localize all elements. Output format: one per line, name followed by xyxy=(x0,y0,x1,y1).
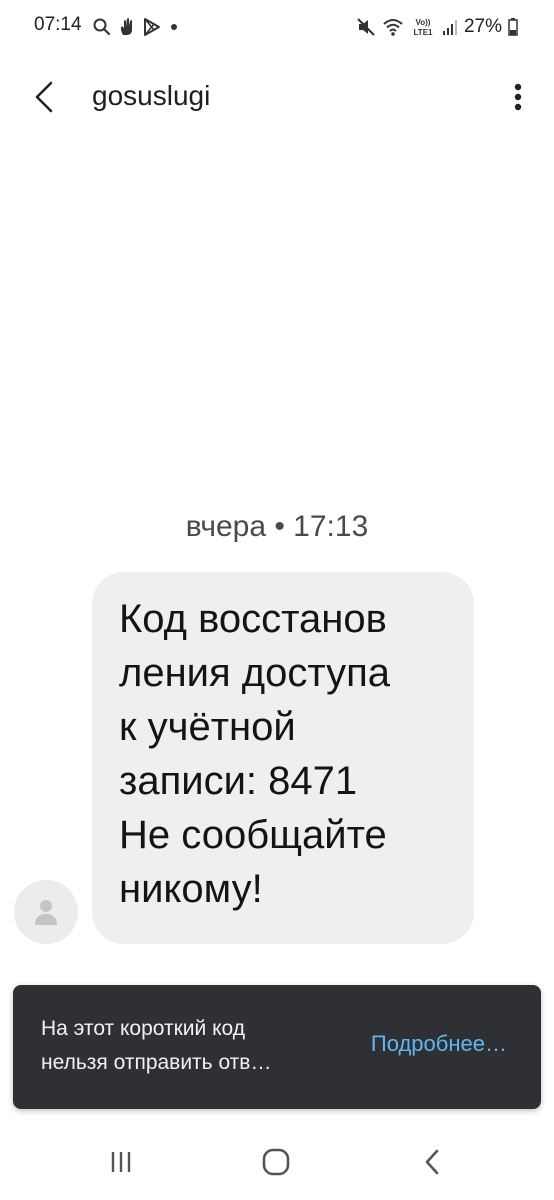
battery-icon xyxy=(508,17,518,37)
snackbar: На этот короткий код нельзя отправить от… xyxy=(13,985,541,1109)
more-options-button[interactable] xyxy=(502,74,534,120)
date-separator: вчера • 17:13 xyxy=(185,510,369,543)
person-icon xyxy=(34,898,58,926)
svg-text:LTE1: LTE1 xyxy=(413,28,433,37)
search-icon xyxy=(92,17,112,37)
snackbar-text: На этот короткий код нельзя отправить от… xyxy=(41,1017,272,1074)
battery-percent: 27% xyxy=(463,16,502,37)
message-bubble[interactable]: Код восстанов ления доступа к учётной за… xyxy=(92,572,474,944)
contact-name[interactable]: gosuslugi xyxy=(92,80,210,112)
volte-lte-icon: Vo)) LTE1 xyxy=(410,16,436,38)
chevron-left-icon xyxy=(33,80,55,114)
message-text: Код восстанов ления доступа к учётной за… xyxy=(119,597,391,911)
conversation-app-bar: gosuslugi xyxy=(0,60,554,132)
signal-icon xyxy=(442,17,458,37)
mute-icon xyxy=(356,17,376,37)
home-button[interactable] xyxy=(252,1142,300,1182)
more-vertical-icon xyxy=(513,82,523,112)
status-left-icons xyxy=(92,12,180,42)
notification-dot-icon xyxy=(168,17,180,37)
snackbar-more-button[interactable]: Подробнее… xyxy=(371,1031,507,1057)
status-right-icons: Vo)) LTE1 27% xyxy=(356,12,518,42)
hand-icon xyxy=(118,17,136,37)
wifi-icon xyxy=(382,17,404,37)
back-arrow-icon xyxy=(423,1148,441,1176)
home-icon xyxy=(262,1148,290,1176)
status-bar: 07:14 Vo)) LTE1 27% xyxy=(0,0,554,54)
status-time: 07:14 xyxy=(34,14,82,35)
back-button[interactable] xyxy=(20,74,68,120)
play-store-icon xyxy=(142,17,162,37)
system-nav-bar xyxy=(0,1124,554,1200)
nav-back-button[interactable] xyxy=(408,1142,456,1182)
svg-text:Vo)): Vo)) xyxy=(415,18,430,27)
recents-button[interactable] xyxy=(97,1142,145,1182)
recents-icon xyxy=(108,1150,134,1174)
avatar[interactable] xyxy=(14,880,78,944)
